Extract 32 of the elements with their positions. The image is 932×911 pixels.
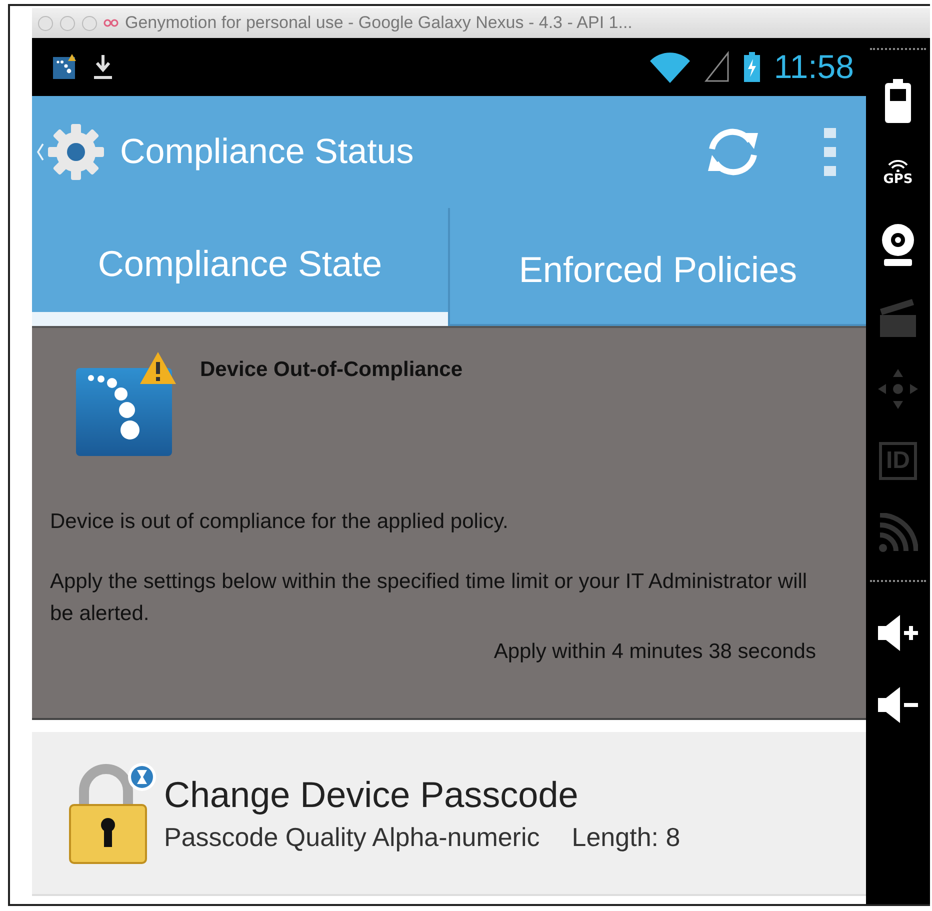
zoom-control[interactable] bbox=[82, 16, 97, 30]
policy-length: Length: 8 bbox=[572, 822, 680, 852]
battery-icon bbox=[885, 79, 911, 123]
close-control[interactable] bbox=[38, 16, 53, 30]
wireless-icon bbox=[887, 160, 909, 172]
notification-icon bbox=[52, 54, 78, 80]
policy-item[interactable]: Change Device Passcode Passcode Quality Alpha-numeric Length: 8 bbox=[32, 732, 866, 896]
volume-up-icon bbox=[876, 613, 920, 653]
signal-icon bbox=[704, 51, 730, 83]
more-icon bbox=[824, 128, 836, 176]
clapperboard-icon bbox=[878, 297, 918, 337]
screen-title: Compliance Status bbox=[120, 132, 414, 172]
webcam-icon bbox=[880, 223, 916, 267]
dpad-icon bbox=[876, 367, 920, 411]
gps-button[interactable]: GPS bbox=[883, 148, 913, 198]
rss-icon bbox=[878, 513, 918, 553]
download-icon bbox=[92, 53, 114, 81]
deadline-text: Apply within 4 minutes 38 seconds bbox=[492, 639, 817, 665]
clock-time: 11:58 bbox=[774, 48, 854, 86]
battery-charging-icon bbox=[744, 52, 760, 82]
genymotion-logo-icon bbox=[103, 18, 119, 28]
battery-button[interactable] bbox=[885, 76, 911, 126]
wifi-icon bbox=[650, 51, 690, 83]
back-caret-icon bbox=[36, 142, 44, 162]
compliance-instruction: Apply the settings below within the specified time limit or your IT Administrator will be alerted. bbox=[50, 569, 808, 627]
compliance-heading: Device Out-of-Compliance bbox=[200, 358, 463, 382]
policy-title: Change Device Passcode bbox=[164, 774, 580, 816]
volume-down-icon bbox=[876, 685, 920, 725]
policy-detail: Passcode Quality Alpha-numeric bbox=[164, 822, 540, 852]
minimize-control[interactable] bbox=[60, 16, 75, 30]
compliance-message: Device is out of compliance for the applied policy. bbox=[50, 509, 510, 535]
window-title: Genymotion for personal use - Google Galaxy Nexus - 4.3 - API 1... bbox=[125, 13, 632, 33]
